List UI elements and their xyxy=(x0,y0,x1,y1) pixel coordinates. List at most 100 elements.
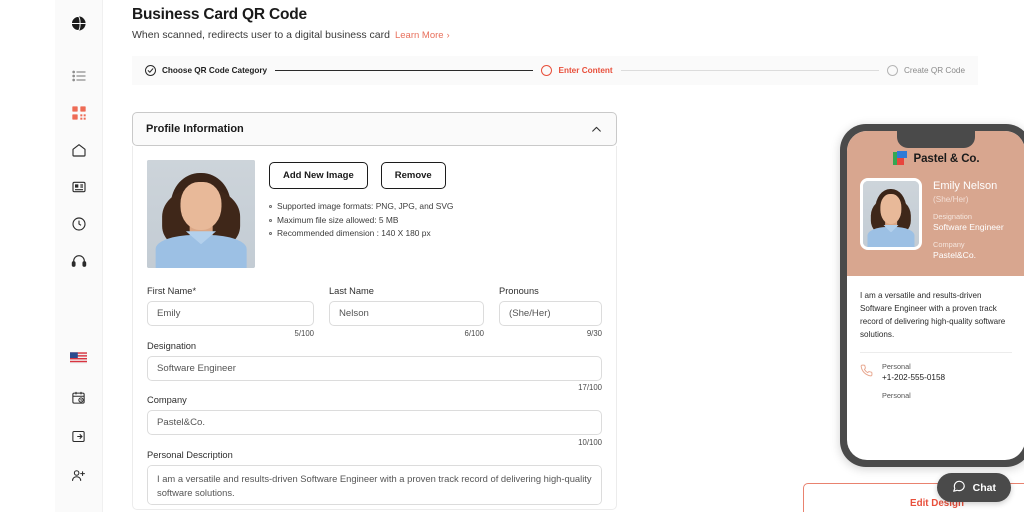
first-name-counter: 5/100 xyxy=(294,328,314,338)
step-create-qr-code[interactable]: Create QR Code xyxy=(887,65,965,76)
sidebar-top-group xyxy=(66,10,92,274)
last-name-input[interactable] xyxy=(329,301,484,326)
step-label: Create QR Code xyxy=(904,66,965,75)
logout-icon[interactable] xyxy=(66,423,92,449)
designation-input[interactable] xyxy=(147,355,602,381)
step-label: Enter Content xyxy=(558,66,613,75)
step-connector-done xyxy=(275,70,534,71)
main-content: Business Card QR Code When scanned, redi… xyxy=(103,0,1024,512)
preview-designation-value: Software Engineer xyxy=(933,221,1004,232)
hint-text: Maximum file size allowed: 5 MB xyxy=(277,214,399,225)
brand-name: Pastel & Co. xyxy=(913,152,980,165)
pronouns-label: Pronouns xyxy=(499,286,539,296)
chevron-right-icon: › xyxy=(446,30,450,40)
home-icon[interactable] xyxy=(66,137,92,163)
pronouns-counter: 9/30 xyxy=(586,328,602,338)
profile-photo-thumbnail xyxy=(147,160,255,268)
step-enter-content[interactable]: Enter Content xyxy=(541,65,613,76)
first-name-input[interactable] xyxy=(147,301,314,326)
sidebar-item-list[interactable] xyxy=(66,63,92,89)
portrait-image xyxy=(863,181,919,247)
phone-preview: Pastel & Co. Emily Nelson (She/Her) Desi… xyxy=(840,124,1024,467)
left-sidebar xyxy=(55,0,103,512)
preview-contact-label-2: Personal xyxy=(882,391,911,401)
personal-description-field-group: Personal Description xyxy=(147,450,602,510)
qr-code-icon[interactable] xyxy=(66,100,92,126)
upload-hints-list: Supported image formats: PNG, JPG, and S… xyxy=(269,201,453,238)
profile-form-body: Add New Image Remove Supported image for… xyxy=(132,146,617,510)
card-icon[interactable] xyxy=(66,174,92,200)
pronouns-input[interactable] xyxy=(499,301,602,326)
company-field-group: Company 10/100 xyxy=(147,395,602,447)
name-row: First Name* 5/100 Last Name 6/100 Pronou… xyxy=(147,286,602,338)
chevron-up-icon[interactable] xyxy=(590,123,603,136)
hint-text: Recommended dimension : 140 X 180 px xyxy=(277,228,431,238)
chat-bubble-icon xyxy=(952,479,966,496)
preview-profile-info: Emily Nelson (She/Her) Designation Softw… xyxy=(933,178,1004,260)
step-choose-category[interactable]: Choose QR Code Category xyxy=(145,65,267,76)
preview-contact-row: Personal +1-202-555-0158 xyxy=(860,362,1012,382)
preview-description: I am a versatile and results-driven Soft… xyxy=(860,290,1006,339)
circle-icon xyxy=(887,65,899,76)
headset-icon[interactable] xyxy=(66,248,92,274)
bullet-icon xyxy=(269,232,272,235)
accordion-header-profile-information[interactable]: Profile Information xyxy=(132,112,617,146)
last-name-counter: 6/100 xyxy=(464,328,484,338)
preview-profile-row: Emily Nelson (She/Her) Designation Softw… xyxy=(860,178,1012,260)
last-name-field-group: Last Name 6/100 xyxy=(329,286,484,338)
schedule-icon[interactable] xyxy=(66,384,92,410)
add-user-icon[interactable] xyxy=(66,462,92,488)
list-item: Recommended dimension : 140 X 180 px xyxy=(269,228,453,238)
profile-information-card: Profile Information Add New Image Remove… xyxy=(132,112,617,510)
preview-contact-label: Personal xyxy=(882,362,911,372)
bullet-icon xyxy=(269,218,272,222)
first-name-field-group: First Name* 5/100 xyxy=(147,286,314,338)
company-label: Company xyxy=(147,395,187,405)
company-counter: 10/100 xyxy=(578,437,602,447)
progress-stepper: Choose QR Code Category Enter Content Cr… xyxy=(132,56,978,85)
preview-name: Emily Nelson xyxy=(933,180,998,192)
preview-contact-texts: Personal +1-202-555-0158 xyxy=(882,362,945,382)
page-subtitle-text: When scanned, redirects user to a digita… xyxy=(132,29,390,41)
chat-widget-button[interactable]: Chat xyxy=(936,473,1011,502)
preview-designation-label: Designation xyxy=(933,211,973,221)
personal-description-label: Personal Description xyxy=(147,449,233,460)
us-flag-icon[interactable] xyxy=(66,345,92,371)
designation-counter: 17/100 xyxy=(578,383,602,392)
learn-more-label: Learn More xyxy=(394,29,444,41)
company-input[interactable] xyxy=(147,410,602,435)
personal-description-textarea[interactable] xyxy=(147,464,602,505)
hint-text: Supported image formats: PNG, JPG, and S… xyxy=(277,201,454,211)
page-title: Business Card QR Code xyxy=(132,6,307,23)
circle-icon xyxy=(541,65,553,76)
analytics-icon[interactable] xyxy=(66,211,92,237)
page-subtitle: When scanned, redirects user to a digita… xyxy=(132,29,450,41)
preview-pronouns: (She/Her) xyxy=(933,194,969,204)
preview-contact-value: +1-202-555-0158 xyxy=(882,373,946,383)
last-name-label: Last Name xyxy=(329,286,374,296)
sidebar-bottom-group xyxy=(66,345,92,488)
phone-notch xyxy=(897,131,975,148)
check-circle-icon xyxy=(145,65,156,76)
phone-icon xyxy=(860,364,873,382)
list-item: Maximum file size allowed: 5 MB xyxy=(269,215,453,225)
list-item: Supported image formats: PNG, JPG, and S… xyxy=(269,201,453,211)
preview-company-value: Pastel&Co. xyxy=(933,249,976,260)
business-card-header: Pastel & Co. Emily Nelson (She/Her) Desi… xyxy=(847,131,1024,276)
left-gutter xyxy=(0,0,55,512)
profile-fields: First Name* 5/100 Last Name 6/100 Pronou… xyxy=(147,286,602,510)
divider xyxy=(860,352,1012,354)
portrait-image xyxy=(147,160,255,268)
preview-avatar xyxy=(860,178,922,250)
step-connector-todo xyxy=(620,70,880,71)
remove-image-button[interactable]: Remove xyxy=(380,162,446,189)
designation-label: Designation xyxy=(147,340,197,351)
preview-company-label: Company xyxy=(933,239,965,249)
globe-icon[interactable] xyxy=(66,10,92,36)
pastel-logo-icon xyxy=(892,151,908,166)
pronouns-field-group: Pronouns 9/30 xyxy=(499,286,602,338)
first-name-label: First Name* xyxy=(147,286,197,296)
step-label: Choose QR Code Category xyxy=(162,66,268,75)
add-new-image-button[interactable]: Add New Image xyxy=(269,162,368,189)
learn-more-link[interactable]: Learn More › xyxy=(395,30,450,41)
